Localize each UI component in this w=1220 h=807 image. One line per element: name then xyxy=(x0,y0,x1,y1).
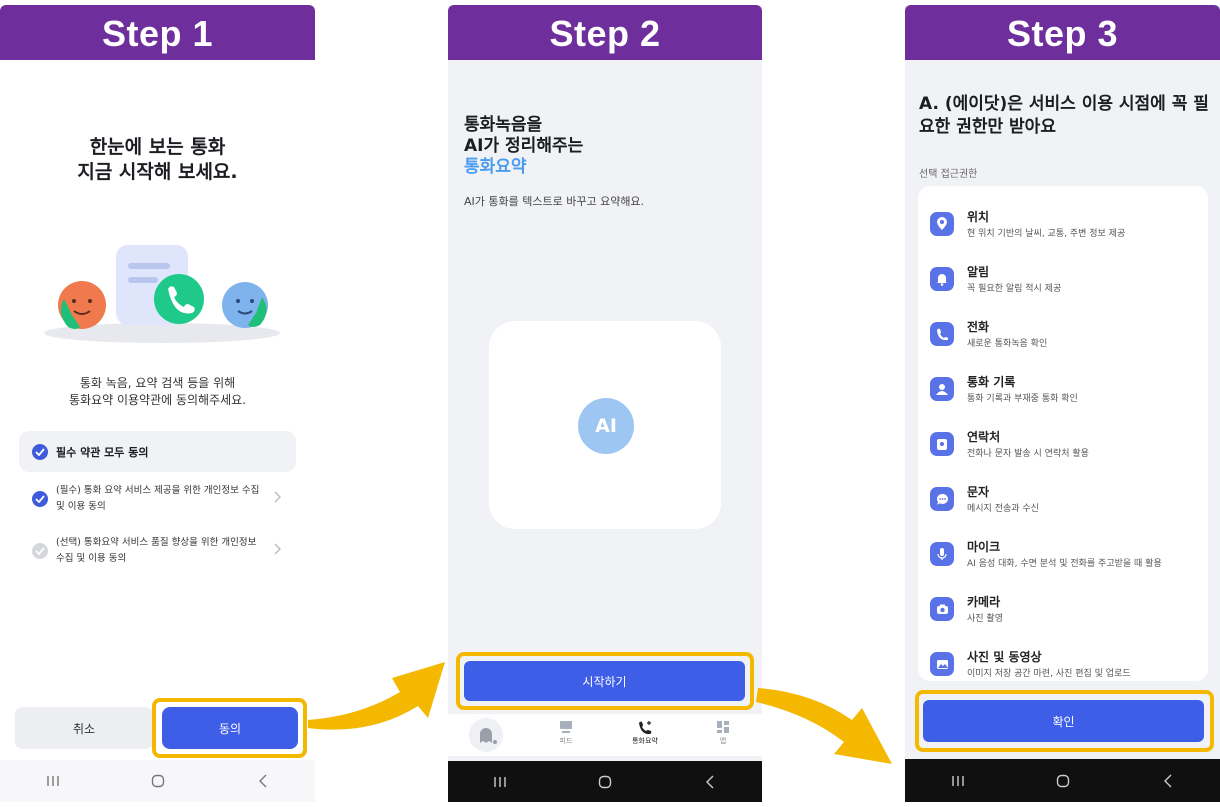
permission-item: 마이크 AI 음성 대화, 수면 분석 및 전화를 주고받을 때 활용 xyxy=(930,538,1200,578)
home-icon[interactable] xyxy=(585,772,625,792)
chevron-right-icon xyxy=(274,491,281,503)
recents-icon[interactable] xyxy=(938,771,978,791)
tab-apps[interactable]: 앱 xyxy=(698,720,748,746)
permission-item: 위치 현 위치 기반의 날씨, 교통, 주변 정보 제공 xyxy=(930,208,1200,248)
step3-header: Step 3 xyxy=(905,5,1220,60)
permission-title: A. (에이닷)은 서비스 이용 시점에 꼭 필요한 권한만 받아요 xyxy=(919,94,1209,137)
back-icon[interactable] xyxy=(1148,771,1188,791)
arrow-step2-to-step3 xyxy=(756,688,892,764)
assistant-tab[interactable] xyxy=(469,718,503,752)
terms-description: 통화 녹음, 요약 검색 등을 위해 통화요약 이용약관에 동의해주세요. xyxy=(68,376,247,407)
step2-header: Step 2 xyxy=(448,5,762,60)
optional-permission-label: 선택 접근권한 xyxy=(919,169,978,180)
check-icon xyxy=(32,543,48,559)
permission-item: 카메라 사진 촬영 xyxy=(930,593,1200,633)
system-nav-bar xyxy=(0,760,315,802)
system-nav-bar xyxy=(905,759,1220,802)
ai-badge: AI xyxy=(578,398,634,454)
home-icon[interactable] xyxy=(1043,771,1083,791)
cancel-button[interactable]: 취소 xyxy=(15,707,153,749)
permission-item: 통화 기록 통화 기록과 부재중 통화 확인 xyxy=(930,373,1200,413)
highlight-box xyxy=(152,698,307,758)
step1-panel: Step 1 한눈에 보는 통화 지금 시작해 보세요. 통화 녹음, 요약 검… xyxy=(0,5,315,802)
chevron-right-icon xyxy=(274,543,281,555)
agree-all-label: 필수 약관 모두 동의 xyxy=(56,445,149,459)
recents-icon[interactable] xyxy=(33,771,73,791)
bell-icon xyxy=(930,267,954,291)
highlight-box xyxy=(915,690,1214,752)
location-icon xyxy=(930,212,954,236)
ghost-icon xyxy=(480,728,497,744)
phone-sparkle-icon xyxy=(639,721,652,735)
mic-icon xyxy=(930,542,954,566)
term-optional[interactable]: (선택) 통화요약 서비스 품질 향상을 위한 개인정보 수집 및 이용 동의 xyxy=(32,535,287,571)
home-icon[interactable] xyxy=(138,771,178,791)
permission-item: 사진 및 동영상 이미지 저장 공간 마련, 사진 편집 및 업로드 xyxy=(930,648,1200,681)
permission-item: 연락처 전화나 문자 발송 시 연락처 활용 xyxy=(930,428,1200,468)
contacts-icon xyxy=(930,432,954,456)
permission-list: 위치 현 위치 기반의 날씨, 교통, 주변 정보 제공 알림 꼭 필요한 알림… xyxy=(918,186,1208,681)
bottom-tab-bar: 피드 통화요약 앱 xyxy=(448,714,762,756)
permission-item: 문자 메시지 전송과 수신 xyxy=(930,483,1200,523)
message-icon xyxy=(930,487,954,511)
arrow-step1-to-step2 xyxy=(308,662,445,730)
step2-panel: Step 2 통화녹음을 AI가 정리해주는 통화요약 AI가 통화를 텍스트로… xyxy=(448,5,762,802)
system-nav-bar xyxy=(448,761,762,802)
recents-icon[interactable] xyxy=(480,772,520,792)
back-icon[interactable] xyxy=(690,772,730,792)
person-icon xyxy=(930,377,954,401)
permission-item: 전화 새로운 통화녹음 확인 xyxy=(930,318,1200,358)
summary-subtitle: AI가 통화를 텍스트로 바꾸고 요약해요. xyxy=(464,195,645,208)
ai-card: AI xyxy=(489,321,721,529)
photo-icon xyxy=(930,652,954,676)
step3-panel: Step 3 A. (에이닷)은 서비스 이용 시점에 꼭 필요한 권한만 받아… xyxy=(905,5,1220,802)
camera-icon xyxy=(930,597,954,621)
summary-title: 통화녹음을 AI가 정리해주는 통화요약 xyxy=(464,115,584,177)
feed-icon xyxy=(560,721,572,733)
back-icon[interactable] xyxy=(243,771,283,791)
tab-call-summary[interactable]: 통화요약 xyxy=(620,720,670,746)
tab-feed[interactable]: 피드 xyxy=(541,720,591,746)
apps-grid-icon xyxy=(717,721,729,733)
term-required[interactable]: (필수) 통화 요약 서비스 제공을 위한 개인정보 수집 및 이용 동의 xyxy=(32,483,287,519)
permission-item: 알림 꼭 필요한 알림 적시 제공 xyxy=(930,263,1200,303)
call-illustration xyxy=(44,245,280,343)
term-optional-label: (선택) 통화요약 서비스 품질 향상을 위한 개인정보 수집 및 이용 동의 xyxy=(56,537,257,564)
highlight-box xyxy=(456,652,754,710)
step1-header: Step 1 xyxy=(0,5,315,60)
term-required-label: (필수) 통화 요약 서비스 제공을 위한 개인정보 수집 및 이용 동의 xyxy=(56,485,260,512)
check-icon xyxy=(32,443,48,460)
agree-all-row[interactable]: 필수 약관 모두 동의 xyxy=(19,431,296,472)
phone-icon xyxy=(930,322,954,346)
intro-title: 한눈에 보는 통화 지금 시작해 보세요. xyxy=(77,136,238,183)
check-icon xyxy=(32,491,48,507)
